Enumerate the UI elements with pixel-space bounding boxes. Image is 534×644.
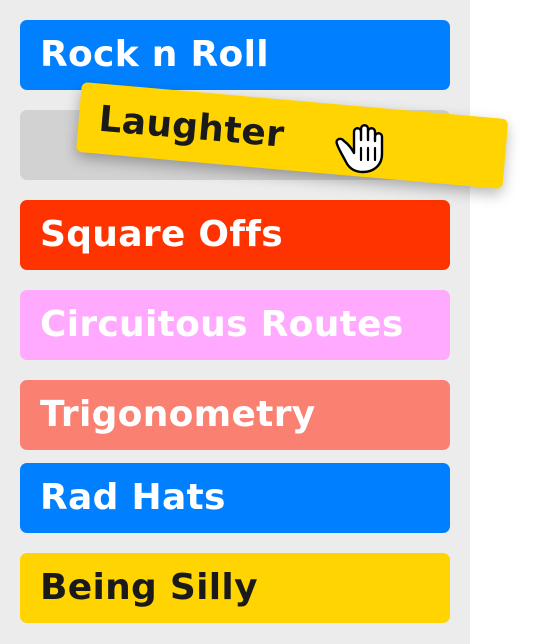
- list-item-rad-hats[interactable]: Rad Hats: [20, 463, 450, 533]
- list-item-trigonometry[interactable]: Trigonometry: [20, 380, 450, 450]
- list-item-rock-n-roll[interactable]: Rock n Roll: [20, 20, 450, 90]
- list-item-being-silly[interactable]: Being Silly: [20, 553, 450, 623]
- list-item-circuitous-routes[interactable]: Circuitous Routes: [20, 290, 450, 360]
- grab-hand-icon: [335, 124, 384, 174]
- list-item-label: Circuitous Routes: [40, 304, 404, 345]
- list-item-square-offs[interactable]: Square Offs: [20, 200, 450, 270]
- list-item-label: Rad Hats: [40, 477, 226, 518]
- list-item-label: Rock n Roll: [40, 34, 269, 75]
- list-item-label: Being Silly: [40, 567, 258, 608]
- list-item-label: Trigonometry: [40, 394, 316, 435]
- list-item-label: Square Offs: [40, 214, 283, 255]
- dragging-item-label: Laughter: [97, 98, 286, 156]
